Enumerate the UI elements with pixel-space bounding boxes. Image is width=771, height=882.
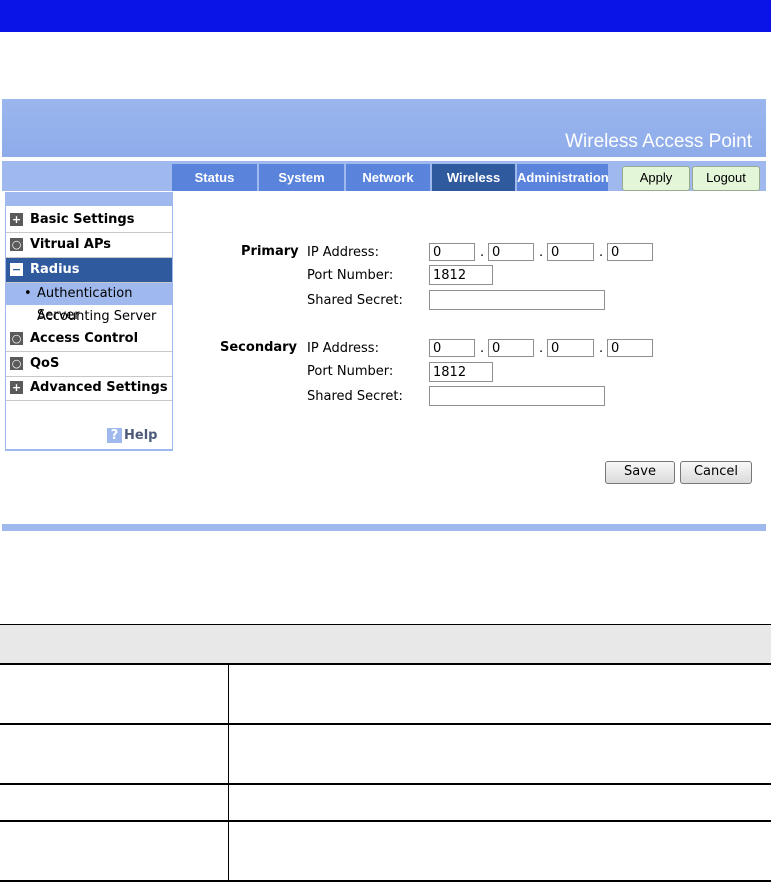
logout-button[interactable]: Logout [692, 166, 760, 191]
tab-system[interactable]: System [259, 164, 344, 191]
secondary-ip-label: IP Address: [307, 341, 379, 356]
sidebar-item-access-control[interactable]: ○ Access Control [6, 327, 172, 352]
sidebar-item-qos[interactable]: ○ QoS [6, 352, 172, 377]
sidebar-item-advanced-settings[interactable]: + Advanced Settings [6, 376, 172, 401]
secondary-ip-octet-4[interactable]: 0 [607, 339, 653, 357]
tab-network[interactable]: Network [346, 164, 430, 191]
primary-secret-field[interactable] [429, 290, 605, 310]
table-row [0, 724, 771, 785]
primary-ip-label: IP Address: [307, 245, 379, 260]
router-ui-frame: Wireless Access Point Status System Netw… [2, 99, 766, 531]
circle-icon: ○ [10, 332, 23, 345]
sidebar-item-virtual-aps[interactable]: ○ Vitrual APs [6, 233, 172, 258]
tab-status[interactable]: Status [172, 164, 257, 191]
primary-port-field[interactable]: 1812 [429, 265, 493, 285]
primary-label: Primary [241, 244, 299, 259]
ip-separator: . [480, 245, 485, 260]
table-header [0, 624, 771, 665]
secondary-ip-octet-2[interactable]: 0 [488, 339, 534, 357]
help-label: Help [124, 428, 158, 443]
sidebar-subitem-label: Accounting Server [37, 309, 157, 324]
sidebar-item-radius[interactable]: − Radius [6, 258, 172, 283]
secondary-port-label: Port Number: [307, 364, 394, 379]
secondary-ip-octet-1[interactable]: 0 [429, 339, 475, 357]
primary-ip-octet-2[interactable]: 0 [488, 243, 534, 261]
sidebar-item-label: Basic Settings [30, 212, 135, 227]
secondary-label: Secondary [220, 340, 298, 355]
table-row [0, 821, 771, 882]
frame-bottom-border [2, 524, 766, 531]
tab-wireless[interactable]: Wireless [432, 164, 515, 191]
ip-separator: . [539, 245, 544, 260]
sidebar-item-label: Access Control [30, 331, 139, 346]
plus-icon: + [10, 213, 23, 226]
save-button[interactable]: Save [605, 461, 675, 484]
circle-icon: ○ [10, 238, 23, 251]
table-row [0, 664, 771, 725]
banner: Wireless Access Point [2, 99, 766, 160]
sidebar-item-label: Advanced Settings [30, 380, 168, 395]
table-row [0, 784, 771, 822]
secondary-ip-octet-3[interactable]: 0 [547, 339, 594, 357]
circle-icon: ○ [10, 357, 23, 370]
sidebar-item-label: Radius [30, 262, 80, 277]
minus-icon: − [10, 263, 23, 276]
sidebar-subitem-authentication-server[interactable]: • Authentication Server [6, 283, 172, 323]
document-top-bar [0, 0, 771, 32]
sidebar: + Basic Settings ○ Vitrual APs − Radius … [5, 192, 173, 451]
plus-icon: + [10, 381, 23, 394]
sidebar-item-basic-settings[interactable]: + Basic Settings [6, 208, 172, 233]
sidebar-header [6, 192, 172, 206]
sidebar-item-label: Vitrual APs [30, 237, 112, 252]
primary-port-label: Port Number: [307, 268, 394, 283]
bullet-icon: • [24, 286, 32, 301]
ip-separator: . [539, 341, 544, 356]
primary-ip-octet-3[interactable]: 0 [547, 243, 594, 261]
apply-button[interactable]: Apply [622, 166, 690, 191]
banner-title: Wireless Access Point [565, 131, 752, 152]
tab-administration[interactable]: Administration [517, 164, 609, 191]
primary-ip-octet-4[interactable]: 0 [607, 243, 653, 261]
secondary-secret-field[interactable] [429, 386, 605, 406]
description-table [0, 624, 771, 882]
secondary-secret-label: Shared Secret: [307, 389, 403, 404]
sidebar-subitem-accounting-server[interactable]: Accounting Server [6, 306, 172, 328]
help-link[interactable]: ? Help [107, 428, 157, 443]
primary-secret-label: Shared Secret: [307, 293, 403, 308]
secondary-port-field[interactable]: 1812 [429, 362, 493, 382]
primary-ip-octet-1[interactable]: 0 [429, 243, 475, 261]
ip-separator: . [599, 341, 604, 356]
ip-separator: . [480, 341, 485, 356]
help-icon: ? [107, 428, 122, 443]
ip-separator: . [599, 245, 604, 260]
cancel-button[interactable]: Cancel [680, 461, 752, 484]
sidebar-item-label: QoS [30, 356, 60, 371]
